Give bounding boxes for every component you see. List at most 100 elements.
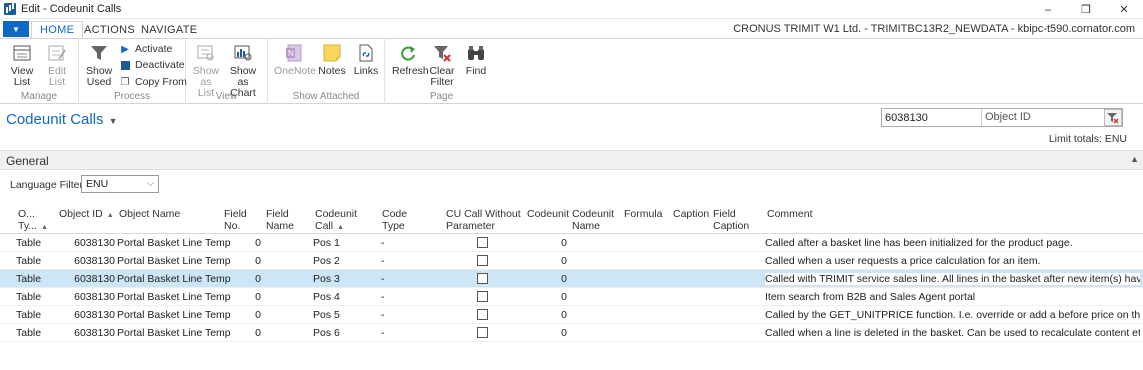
cell-field-no: 0 (255, 273, 261, 285)
column-field-caption[interactable]: Field Caption (713, 208, 749, 232)
restore-button[interactable]: ❐ (1067, 0, 1105, 19)
cell-code-type: - (381, 327, 385, 339)
column-code-type[interactable]: Code Type (382, 208, 407, 232)
cell-object-type: Table (16, 327, 42, 339)
chevron-down-icon: ▼ (108, 116, 118, 126)
copy-from-button[interactable]: ❐ Copy From (119, 74, 187, 90)
cell-object-id: 6038130 (74, 255, 115, 267)
clear-filter-small-button[interactable] (1104, 109, 1122, 126)
codeunit-calls-grid: O... Ty... ▲ Object ID ▲ Object Name Field N… (0, 204, 1143, 342)
cell-codeunit-call: Pos 6 (313, 327, 340, 339)
cell-code-type: - (381, 273, 385, 285)
cell-code-type: - (381, 255, 385, 267)
column-object-id[interactable]: Object ID ▲ (59, 208, 114, 222)
window-controls: – ❐ ✕ (1029, 0, 1143, 19)
cell-object-name: Portal Basket Line Temp (117, 309, 231, 321)
cell-object-id: 6038130 (74, 273, 115, 285)
cell-codeunit: 0 (561, 327, 567, 339)
clear-filter-button[interactable]: Clear Filter (428, 42, 456, 88)
section-label: General (6, 154, 49, 168)
notes-button[interactable]: Notes (318, 42, 346, 77)
cell-codeunit: 0 (561, 273, 567, 285)
company-info: CRONUS TRIMIT W1 Ltd. - TRIMITBC13R2_NEW… (733, 23, 1135, 35)
onenote-button[interactable]: N OneNote (274, 42, 316, 77)
column-comment[interactable]: Comment (767, 208, 813, 220)
table-row[interactable]: Table 6038130 Portal Basket Line Temp 0 … (0, 234, 1143, 252)
ribbon-group-process: Show Used ▶ Activate Deactivate ❐ Copy F… (79, 39, 187, 104)
cu-call-without-parameter-checkbox[interactable] (477, 273, 488, 284)
collapse-icon[interactable]: ▲ (1130, 154, 1139, 164)
cell-codeunit: 0 (561, 309, 567, 321)
clear-filter-icon (430, 42, 454, 64)
cu-call-without-parameter-checkbox[interactable] (477, 309, 488, 320)
find-button[interactable]: Find (463, 42, 489, 77)
column-codeunit[interactable]: Codeunit (527, 208, 569, 220)
grid-header: O... Ty... ▲ Object ID ▲ Object Name Field N… (0, 204, 1143, 234)
tab-navigate[interactable]: NAVIGATE (133, 21, 205, 39)
app-logo-icon (4, 3, 16, 15)
language-filter-select[interactable]: ENU ⌵ (81, 175, 159, 193)
language-filter-label: Language Filter: (10, 179, 86, 191)
cell-comment: Called when a line is deleted in the bas… (765, 327, 1140, 339)
cell-codeunit-call: Pos 3 (313, 273, 340, 285)
edit-list-button[interactable]: Edit List (42, 42, 72, 88)
column-object-name[interactable]: Object Name (119, 208, 180, 220)
table-row[interactable]: Table 6038130 Portal Basket Line Temp 0 … (0, 252, 1143, 270)
column-object-type[interactable]: O... Ty... ▲ (18, 208, 48, 234)
filter-value-input[interactable] (882, 109, 982, 126)
cell-codeunit: 0 (561, 255, 567, 267)
general-section-header[interactable]: General ▲ (0, 150, 1143, 170)
cell-field-no: 0 (255, 255, 261, 267)
cell-codeunit-call: Pos 1 (313, 237, 340, 249)
cell-field-no: 0 (255, 327, 261, 339)
cell-codeunit: 0 (561, 237, 567, 249)
column-codeunit-call[interactable]: Codeunit Call ▲ (315, 208, 357, 234)
cell-object-id: 6038130 (74, 309, 115, 321)
filter-field-select[interactable]: Object ID ▼ (982, 109, 1122, 126)
cu-call-without-parameter-checkbox[interactable] (477, 291, 488, 302)
cell-codeunit-call: Pos 4 (313, 291, 340, 303)
cell-object-type: Table (16, 255, 42, 267)
title-bar: Edit - Codeunit Calls – ❐ ✕ (0, 0, 1143, 19)
svg-text:N: N (288, 49, 294, 58)
column-cu-call-without-parameter[interactable]: CU Call Without Parameter (446, 208, 521, 232)
cu-call-without-parameter-checkbox[interactable] (477, 255, 488, 266)
column-field-name[interactable]: Field Name (266, 208, 294, 232)
table-row-selected[interactable]: Table 6038130 Portal Basket Line Temp 0 … (0, 270, 1143, 288)
cell-object-type: Table (16, 273, 42, 285)
chevron-down-icon: ⌵ (147, 178, 154, 188)
note-icon (320, 42, 344, 64)
chart-icon (231, 42, 255, 64)
links-button[interactable]: Links (352, 42, 380, 77)
cu-call-without-parameter-checkbox[interactable] (477, 237, 488, 248)
column-formula[interactable]: Formula (624, 208, 663, 220)
application-menu-button[interactable]: ▼ (3, 21, 29, 37)
minimize-button[interactable]: – (1029, 0, 1067, 19)
ribbon-group-label: Page (429, 91, 454, 102)
ribbon-group-show-attached: N OneNote Notes Links Show Attached (268, 39, 385, 104)
column-field-no[interactable]: Field No. (224, 208, 247, 232)
activate-button[interactable]: ▶ Activate (119, 41, 172, 57)
refresh-button[interactable]: Refresh (392, 42, 429, 77)
play-icon: ▶ (121, 43, 129, 55)
limit-totals[interactable]: Limit totals: ENU (1049, 133, 1127, 145)
table-row[interactable]: Table 6038130 Portal Basket Line Temp 0 … (0, 324, 1143, 342)
filter-box: Object ID ▼ (881, 108, 1123, 127)
cu-call-without-parameter-checkbox[interactable] (477, 327, 488, 338)
cell-comment: Item search from B2B and Sales Agent por… (765, 291, 976, 303)
column-caption[interactable]: Caption (673, 208, 709, 220)
view-list-button[interactable]: View List (7, 42, 37, 88)
column-codeunit-name[interactable]: Codeunit Name (572, 208, 614, 232)
table-row[interactable]: Table 6038130 Portal Basket Line Temp 0 … (0, 288, 1143, 306)
table-row[interactable]: Table 6038130 Portal Basket Line Temp 0 … (0, 306, 1143, 324)
cell-object-id: 6038130 (74, 327, 115, 339)
stop-icon (119, 59, 131, 71)
show-used-button[interactable]: Show Used (86, 42, 112, 88)
deactivate-button[interactable]: Deactivate (119, 57, 185, 73)
cell-codeunit: 0 (561, 291, 567, 303)
cell-object-name: Portal Basket Line Temp (117, 291, 231, 303)
page-title[interactable]: Codeunit Calls ▼ (6, 111, 117, 128)
cell-comment-editing[interactable]: Called with TRIMIT service sales line. A… (765, 273, 1140, 285)
close-button[interactable]: ✕ (1105, 0, 1143, 19)
cell-comment: Called after a basket line has been init… (765, 237, 1073, 249)
